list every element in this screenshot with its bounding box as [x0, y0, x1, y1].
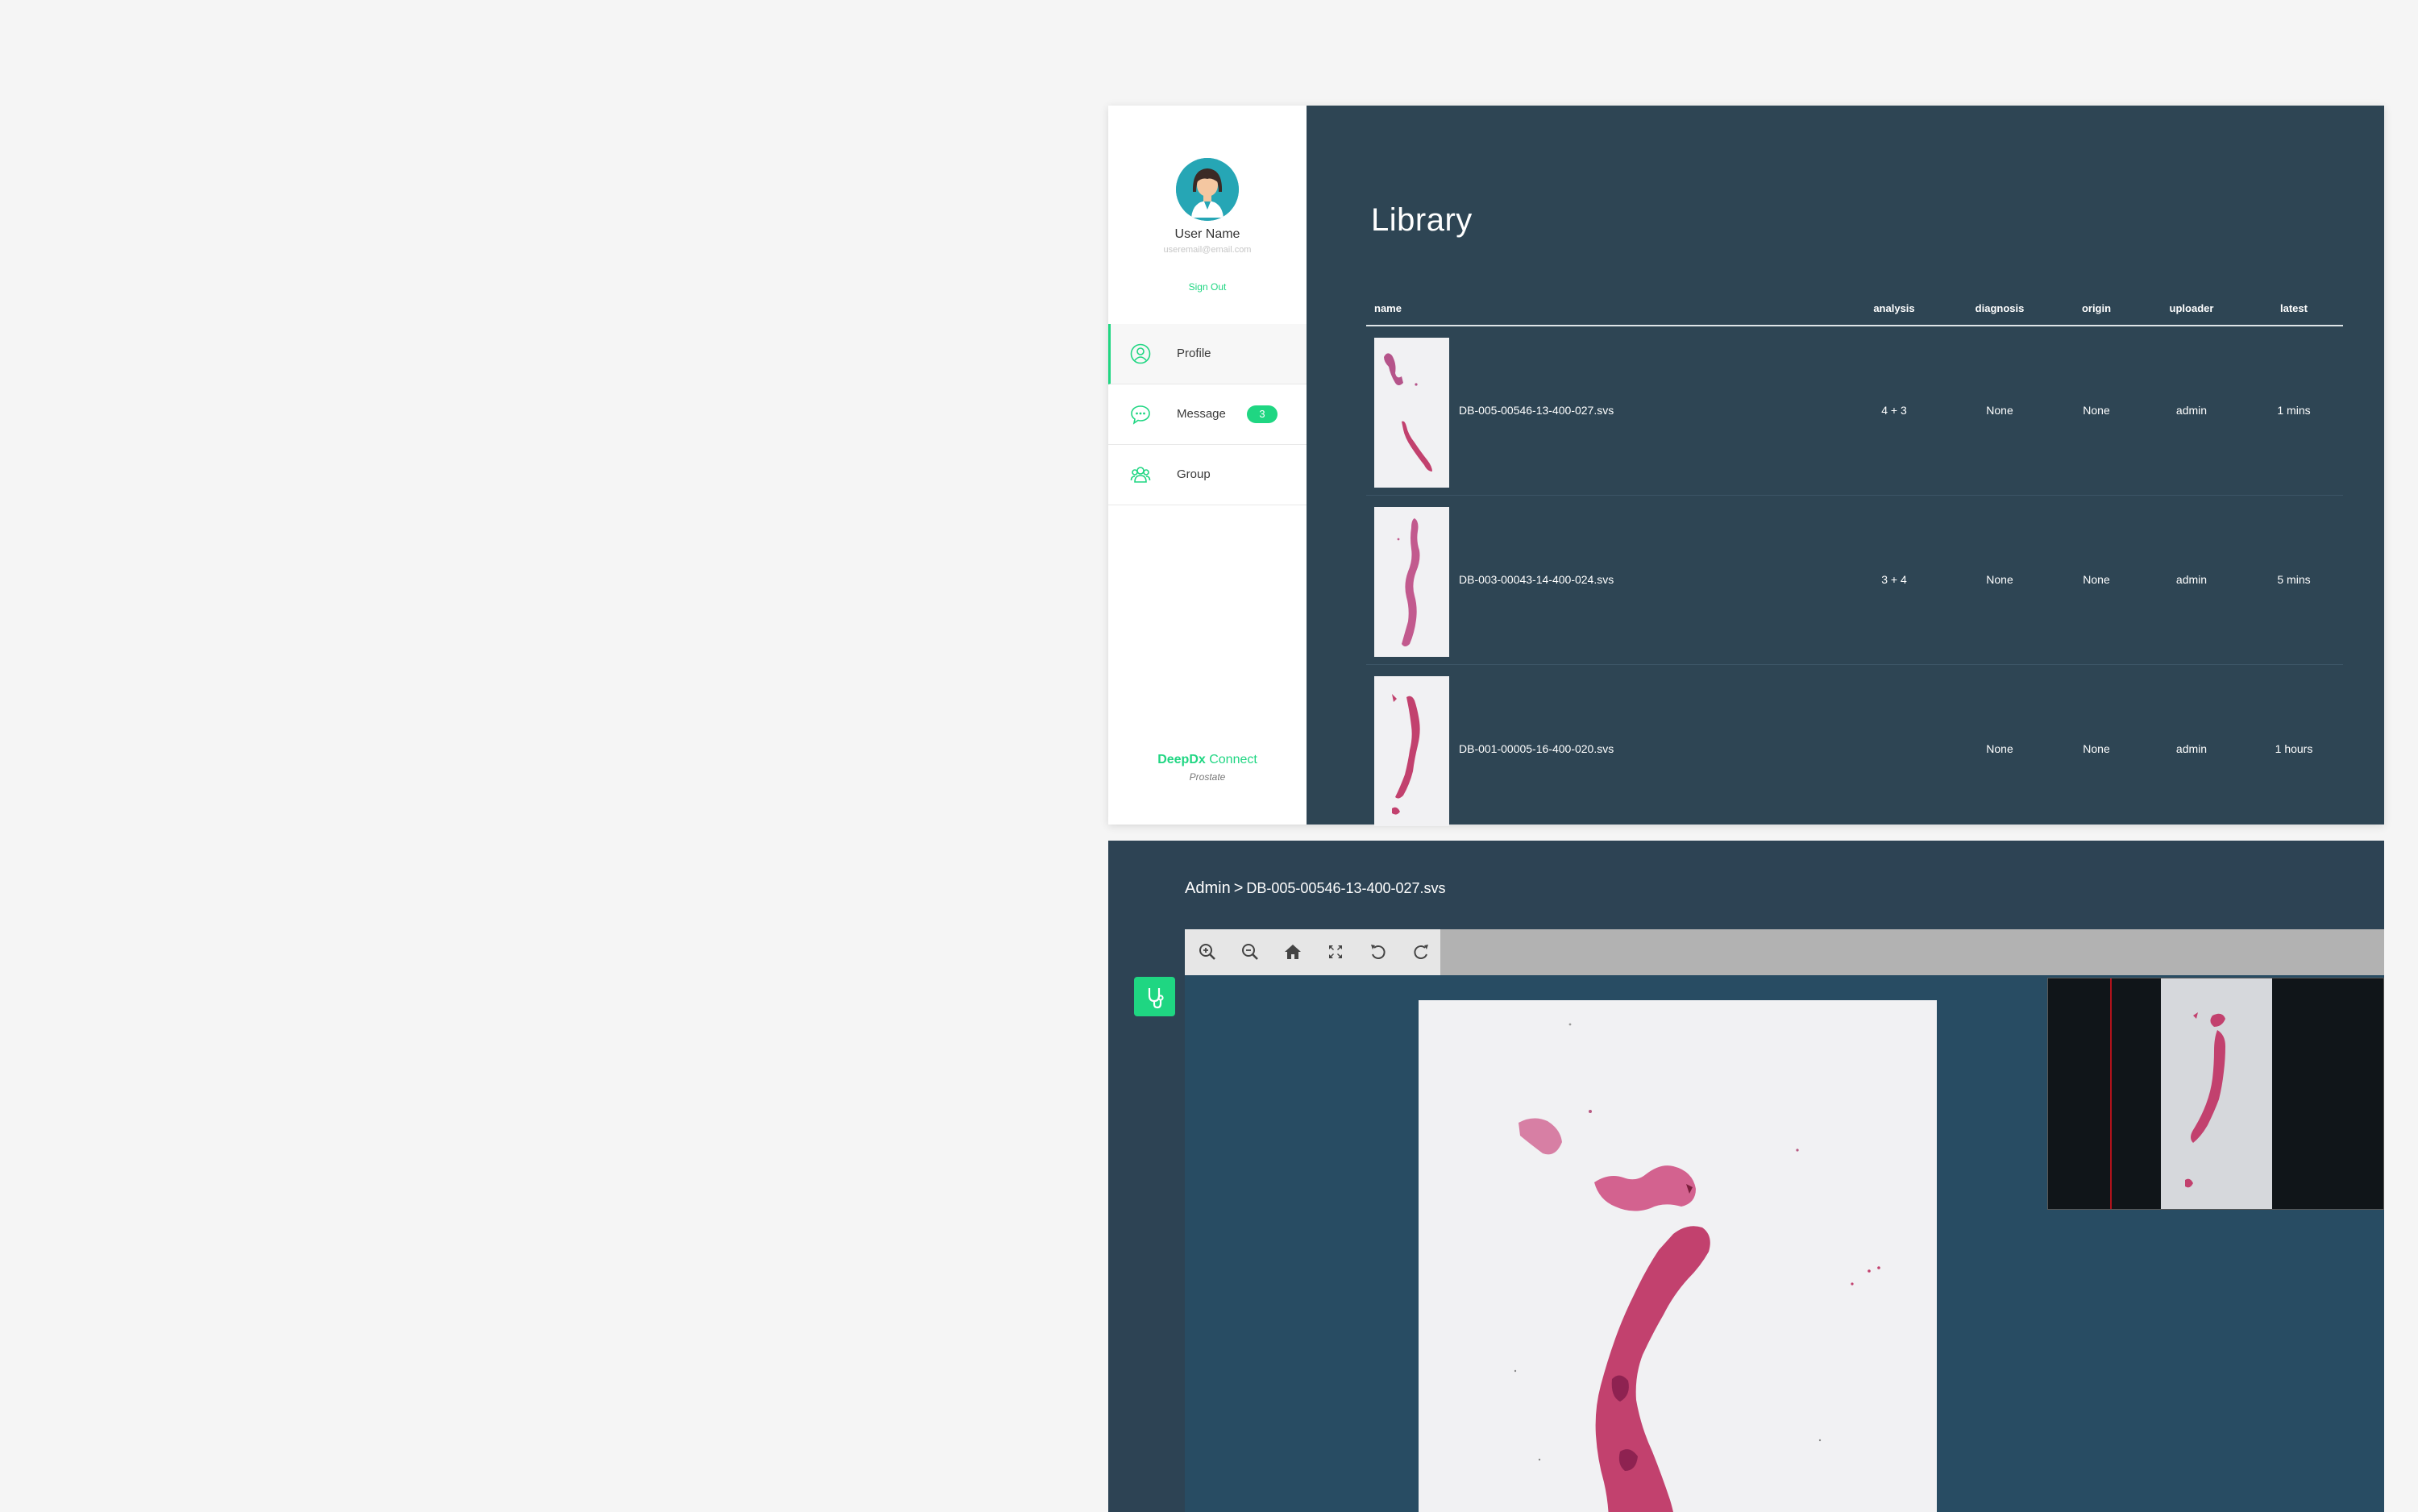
- diagnosis-tool-button[interactable]: [1134, 977, 1175, 1016]
- slide-thumbnail[interactable]: [1374, 676, 1449, 826]
- stethoscope-icon: [1148, 988, 1164, 1009]
- slide-thumbnail[interactable]: [1374, 338, 1449, 488]
- zoom-out-icon: [1242, 944, 1258, 960]
- user-name: User Name: [1174, 227, 1240, 241]
- origin-value: None: [2083, 573, 2110, 586]
- slide-viewer[interactable]: [1185, 929, 2384, 1512]
- sidebar-item-group[interactable]: Group: [1108, 445, 1307, 505]
- sidebar-item-profile[interactable]: Profile: [1108, 324, 1307, 384]
- navigator-minimap[interactable]: [2047, 978, 2384, 1210]
- diagnosis-value: None: [1986, 742, 2013, 755]
- latest-value: 1 mins: [2277, 404, 2311, 417]
- sign-out-link[interactable]: Sign Out: [1108, 281, 1307, 293]
- library-table: name analysis diagnosis origin uploader …: [1366, 297, 2343, 833]
- file-name[interactable]: DB-003-00043-14-400-024.svs: [1459, 573, 1781, 586]
- sidebar-item-message[interactable]: Message 3: [1108, 384, 1307, 445]
- file-name[interactable]: DB-001-00005-16-400-020.svs: [1459, 742, 1781, 755]
- rotate-left-button[interactable]: [1367, 941, 1390, 963]
- latest-value: 5 mins: [2277, 573, 2311, 586]
- avatar[interactable]: [1176, 158, 1239, 221]
- uploader-value: admin: [2175, 742, 2208, 755]
- library-window: User Name useremail@email.com Sign Out P…: [1108, 106, 2384, 826]
- origin-value: None: [2083, 404, 2110, 417]
- column-header-name[interactable]: name: [1374, 302, 1535, 314]
- sidebar-item-label: Profile: [1177, 347, 1211, 360]
- analysis-value: 4 + 3: [1881, 404, 1907, 417]
- latest-value: 1 hours: [2275, 742, 2313, 755]
- fullscreen-icon: [1329, 945, 1342, 958]
- chat-bubble-icon: [1131, 405, 1150, 425]
- slide-thumbnail[interactable]: [1374, 507, 1449, 657]
- table-header: name analysis diagnosis origin uploader …: [1366, 297, 2343, 326]
- navigator-viewport-indicator: [2110, 978, 2112, 1209]
- column-header-origin[interactable]: origin: [2060, 302, 2133, 314]
- slide-image[interactable]: [1419, 1000, 1937, 1512]
- brand-name: DeepDx: [1157, 753, 1206, 766]
- home-icon: [1285, 945, 1301, 959]
- file-name[interactable]: DB-005-00546-13-400-027.svs: [1459, 404, 1781, 417]
- zoom-out-button[interactable]: [1239, 941, 1261, 963]
- message-count-badge: 3: [1247, 405, 1278, 423]
- rotate-right-icon: [1414, 945, 1428, 960]
- viewer-window: Admin > DB-005-00546-13-400-027.svs: [1108, 841, 2384, 1512]
- rotate-right-button[interactable]: [1410, 941, 1432, 963]
- table-row[interactable]: DB-003-00043-14-400-024.svs 3 + 4 None N…: [1366, 496, 2343, 665]
- fullscreen-button[interactable]: [1324, 941, 1347, 963]
- column-header-uploader[interactable]: uploader: [2155, 302, 2228, 314]
- rotate-left-icon: [1371, 945, 1386, 960]
- viewer-toolbar-buttons: [1185, 929, 1440, 975]
- diagnosis-value: None: [1986, 573, 2013, 586]
- breadcrumb-separator: >: [1233, 879, 1244, 897]
- viewer-toolbar: [1185, 929, 2384, 975]
- user-circle-icon: [1130, 343, 1151, 364]
- column-header-latest[interactable]: latest: [2258, 302, 2330, 314]
- brand-subtitle: Prostate: [1189, 771, 1226, 783]
- sidebar-item-label: Group: [1177, 467, 1211, 481]
- navigator-slide-thumbnail: [2161, 978, 2272, 1209]
- diagnosis-value: None: [1986, 404, 2013, 417]
- sidebar-item-label: Message: [1177, 407, 1226, 421]
- column-header-diagnosis[interactable]: diagnosis: [1963, 302, 2036, 314]
- page-title: Library: [1371, 202, 1473, 238]
- user-email: useremail@email.com: [1163, 245, 1252, 255]
- zoom-in-button[interactable]: [1196, 941, 1219, 963]
- origin-value: None: [2083, 742, 2110, 755]
- table-row[interactable]: DB-005-00546-13-400-027.svs 4 + 3 None N…: [1366, 326, 2343, 496]
- home-button[interactable]: [1282, 941, 1304, 963]
- uploader-value: admin: [2175, 404, 2208, 417]
- table-row[interactable]: DB-001-00005-16-400-020.svs None None ad…: [1366, 665, 2343, 833]
- sidebar-nav: Profile Message 3 Group: [1108, 324, 1307, 505]
- brand-logo: DeepDx Connect: [1108, 753, 1307, 767]
- uploader-value: admin: [2175, 573, 2208, 586]
- zoom-in-icon: [1199, 944, 1215, 960]
- breadcrumb-file: DB-005-00546-13-400-027.svs: [1246, 880, 1446, 896]
- brand-suffix: Connect: [1209, 753, 1257, 766]
- breadcrumb-root[interactable]: Admin: [1185, 879, 1231, 897]
- breadcrumb: Admin > DB-005-00546-13-400-027.svs: [1185, 879, 1446, 898]
- analysis-value: 3 + 4: [1881, 573, 1907, 586]
- group-icon: [1130, 467, 1151, 483]
- column-header-analysis[interactable]: analysis: [1858, 302, 1930, 314]
- sidebar: User Name useremail@email.com Sign Out P…: [1108, 106, 1307, 825]
